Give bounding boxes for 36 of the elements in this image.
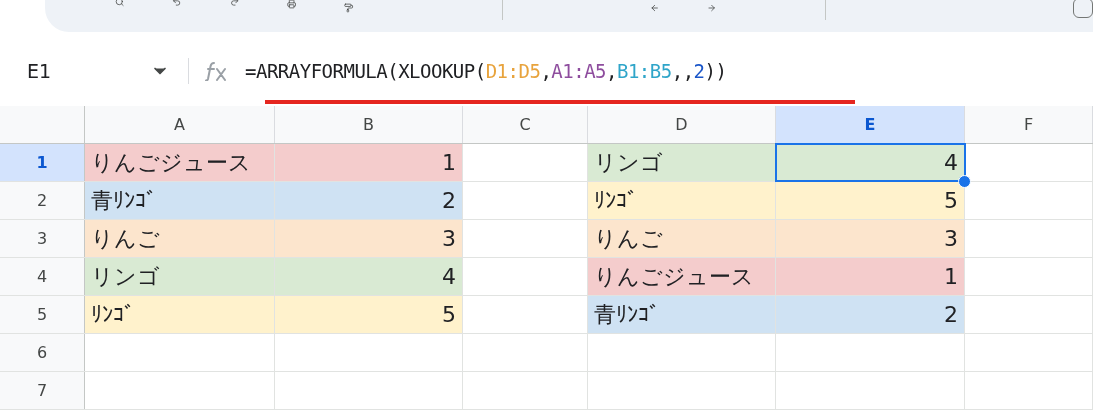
column-header[interactable]: D xyxy=(588,106,776,143)
column-header[interactable]: F xyxy=(965,106,1093,143)
table-cell: リンゴ xyxy=(85,258,275,295)
row-header[interactable]: 3 xyxy=(0,220,85,257)
table-cell: りんご xyxy=(588,220,776,257)
row-header[interactable]: 4 xyxy=(0,258,85,295)
row-header[interactable]: 6 xyxy=(0,334,85,371)
table-cell: ﾘﾝｺﾞ xyxy=(588,182,776,219)
table-cell: 2 xyxy=(275,182,463,219)
table-cell: 3 xyxy=(275,220,463,257)
name-box[interactable]: E1 xyxy=(0,56,150,86)
table-cell: りんごジュース xyxy=(85,144,275,181)
column-header[interactable]: E xyxy=(776,106,965,143)
table-cell: りんごジュース xyxy=(588,258,776,295)
fill-handle[interactable] xyxy=(958,175,971,188)
table-cell: ﾘﾝｺﾞ xyxy=(85,296,275,333)
fx-icon xyxy=(205,61,229,81)
row-header[interactable]: 2 xyxy=(0,182,85,219)
table-cell: 2 xyxy=(776,296,965,333)
table-cell: 1 xyxy=(776,258,965,295)
table-cell: 3 xyxy=(776,220,965,257)
table-cell: 4 xyxy=(275,258,463,295)
table-cell: 5 xyxy=(776,182,965,219)
column-header[interactable]: A xyxy=(85,106,275,143)
row-header[interactable]: 1 xyxy=(0,144,85,181)
row-header[interactable]: 7 xyxy=(0,372,85,409)
table-cell: 1 xyxy=(275,144,463,181)
table-cell: 5 xyxy=(275,296,463,333)
table-cell: りんご xyxy=(85,220,275,257)
table-cell: リンゴ xyxy=(588,144,776,181)
formula-text[interactable]: =ARRAYFORMULA(XLOOKUP(D1:D5,A1:A5,B1:B5,,2)) xyxy=(245,56,727,86)
column-header[interactable]: B xyxy=(275,106,463,143)
table-cell: 青ﾘﾝｺﾞ xyxy=(85,182,275,219)
table-cell: 青ﾘﾝｺﾞ xyxy=(588,296,776,333)
row-header[interactable]: 5 xyxy=(0,296,85,333)
column-header[interactable]: C xyxy=(463,106,588,143)
